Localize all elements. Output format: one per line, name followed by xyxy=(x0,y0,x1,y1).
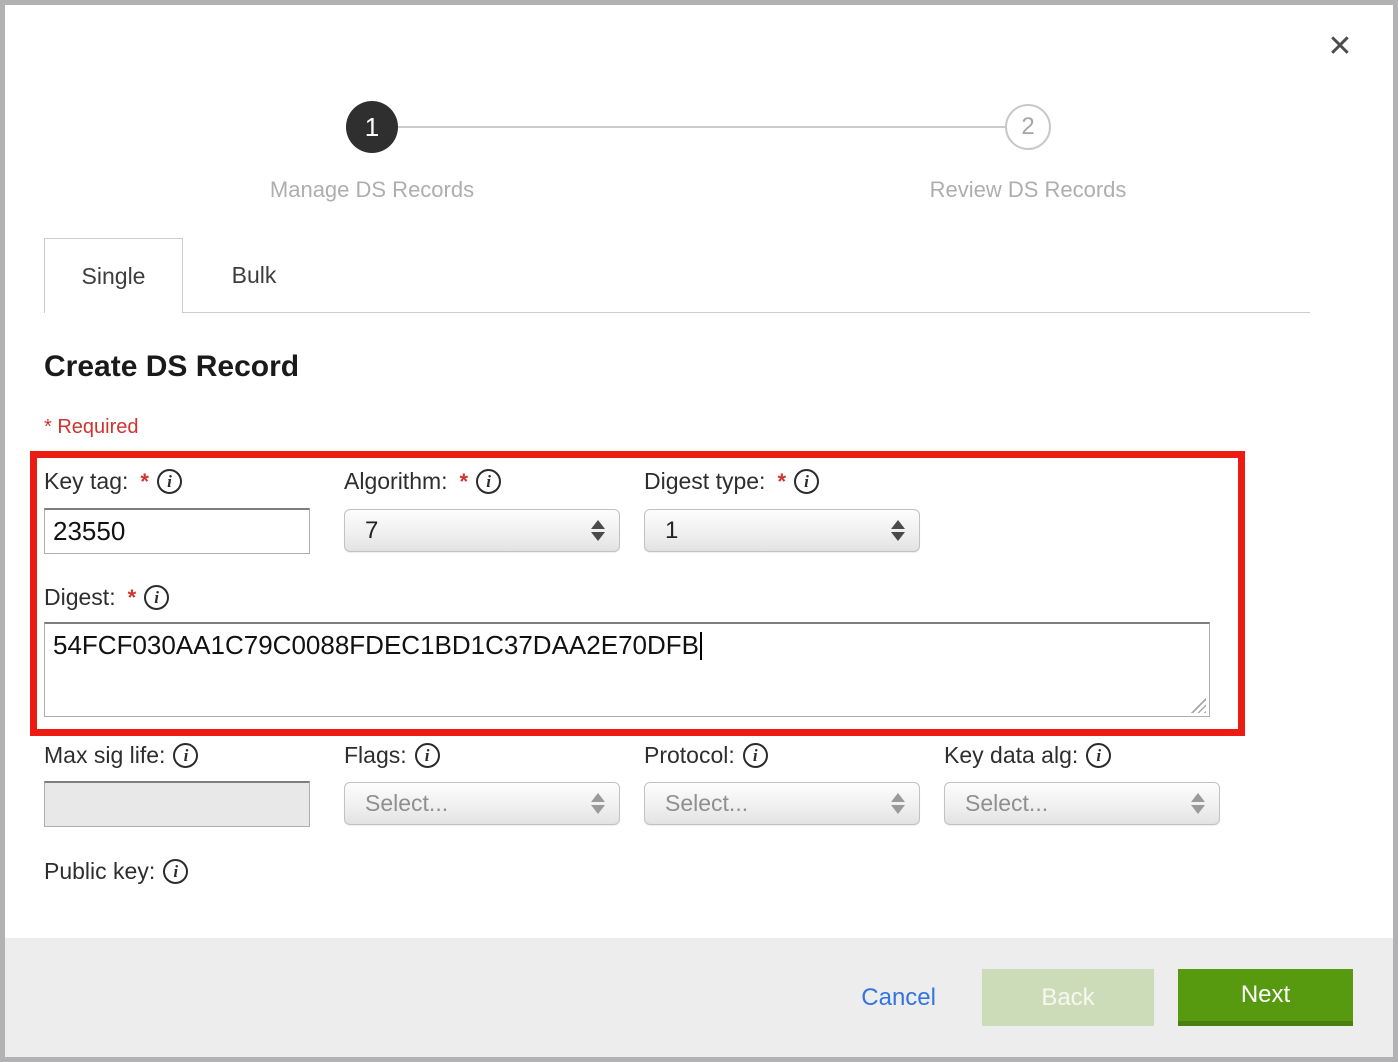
digest-label-text: Digest: xyxy=(44,584,116,611)
algorithm-select[interactable]: 7 xyxy=(344,509,620,552)
key-data-alg-select-value: Select... xyxy=(965,790,1191,817)
close-icon[interactable]: ✕ xyxy=(1318,24,1362,68)
flags-label-text: Flags: xyxy=(344,742,407,769)
public-key-label-text: Public key: xyxy=(44,858,155,885)
stepper-step-1-circle: 1 xyxy=(346,101,398,153)
algorithm-required-star: * xyxy=(460,469,469,495)
digest-textarea-value: 54FCF030AA1C79C0088FDEC1BD1C37DAA2E70DFB xyxy=(53,630,699,660)
select-arrows-icon xyxy=(891,520,905,541)
digest-info-icon[interactable]: i xyxy=(144,585,169,610)
select-arrows-icon xyxy=(1191,793,1205,814)
algorithm-info-icon[interactable]: i xyxy=(476,469,501,494)
protocol-info-icon[interactable]: i xyxy=(743,743,768,768)
stepper-connector-line xyxy=(398,126,1006,128)
key-data-alg-select[interactable]: Select... xyxy=(944,782,1220,825)
digest-type-select-value: 1 xyxy=(665,517,891,545)
algorithm-label-text: Algorithm: xyxy=(344,468,448,495)
key-tag-input[interactable] xyxy=(44,508,310,554)
public-key-label: Public key: i xyxy=(44,858,188,885)
stepper-step-1-label: Manage DS Records xyxy=(212,177,532,203)
digest-textarea[interactable]: 54FCF030AA1C79C0088FDEC1BD1C37DAA2E70DFB xyxy=(44,622,1210,717)
cancel-button[interactable]: Cancel xyxy=(861,984,936,1012)
algorithm-label: Algorithm: * i xyxy=(344,468,501,495)
text-cursor xyxy=(700,632,702,660)
next-button[interactable]: Next xyxy=(1178,969,1353,1026)
key-data-alg-info-icon[interactable]: i xyxy=(1086,743,1111,768)
modal-footer: Cancel Back Next xyxy=(5,938,1393,1057)
select-arrows-icon xyxy=(591,520,605,541)
required-note: * Required xyxy=(44,416,139,439)
max-sig-life-label: Max sig life: i xyxy=(44,742,198,769)
flags-info-icon[interactable]: i xyxy=(415,743,440,768)
protocol-select[interactable]: Select... xyxy=(644,782,920,825)
digest-type-select[interactable]: 1 xyxy=(644,509,920,552)
flags-label: Flags: i xyxy=(344,742,440,769)
select-arrows-icon xyxy=(891,793,905,814)
max-sig-life-input[interactable] xyxy=(44,781,310,827)
key-data-alg-label: Key data alg: i xyxy=(944,742,1111,769)
key-tag-label: Key tag: * i xyxy=(44,468,182,495)
tab-bulk[interactable]: Bulk xyxy=(183,238,325,313)
digest-required-star: * xyxy=(128,585,137,611)
key-data-alg-label-text: Key data alg: xyxy=(944,742,1078,769)
key-tag-label-text: Key tag: xyxy=(44,468,128,495)
resize-handle[interactable] xyxy=(1190,697,1206,713)
key-tag-info-icon[interactable]: i xyxy=(157,469,182,494)
stepper-step-2-circle: 2 xyxy=(1005,104,1051,150)
algorithm-select-value: 7 xyxy=(365,517,591,545)
max-sig-life-label-text: Max sig life: xyxy=(44,742,165,769)
page-title: Create DS Record xyxy=(44,350,299,384)
protocol-label-text: Protocol: xyxy=(644,742,735,769)
digest-type-required-star: * xyxy=(777,469,786,495)
flags-select-value: Select... xyxy=(365,790,591,817)
tab-single[interactable]: Single xyxy=(44,238,183,313)
digest-type-info-icon[interactable]: i xyxy=(794,469,819,494)
digest-type-label-text: Digest type: xyxy=(644,468,765,495)
max-sig-life-info-icon[interactable]: i xyxy=(173,743,198,768)
back-button[interactable]: Back xyxy=(982,969,1154,1026)
digest-type-label: Digest type: * i xyxy=(644,468,819,495)
key-tag-required-star: * xyxy=(140,469,149,495)
digest-label: Digest: * i xyxy=(44,584,169,611)
flags-select[interactable]: Select... xyxy=(344,782,620,825)
public-key-info-icon[interactable]: i xyxy=(163,859,188,884)
protocol-select-value: Select... xyxy=(665,790,891,817)
stepper-step-2-label: Review DS Records xyxy=(868,177,1188,203)
protocol-label: Protocol: i xyxy=(644,742,768,769)
select-arrows-icon xyxy=(591,793,605,814)
